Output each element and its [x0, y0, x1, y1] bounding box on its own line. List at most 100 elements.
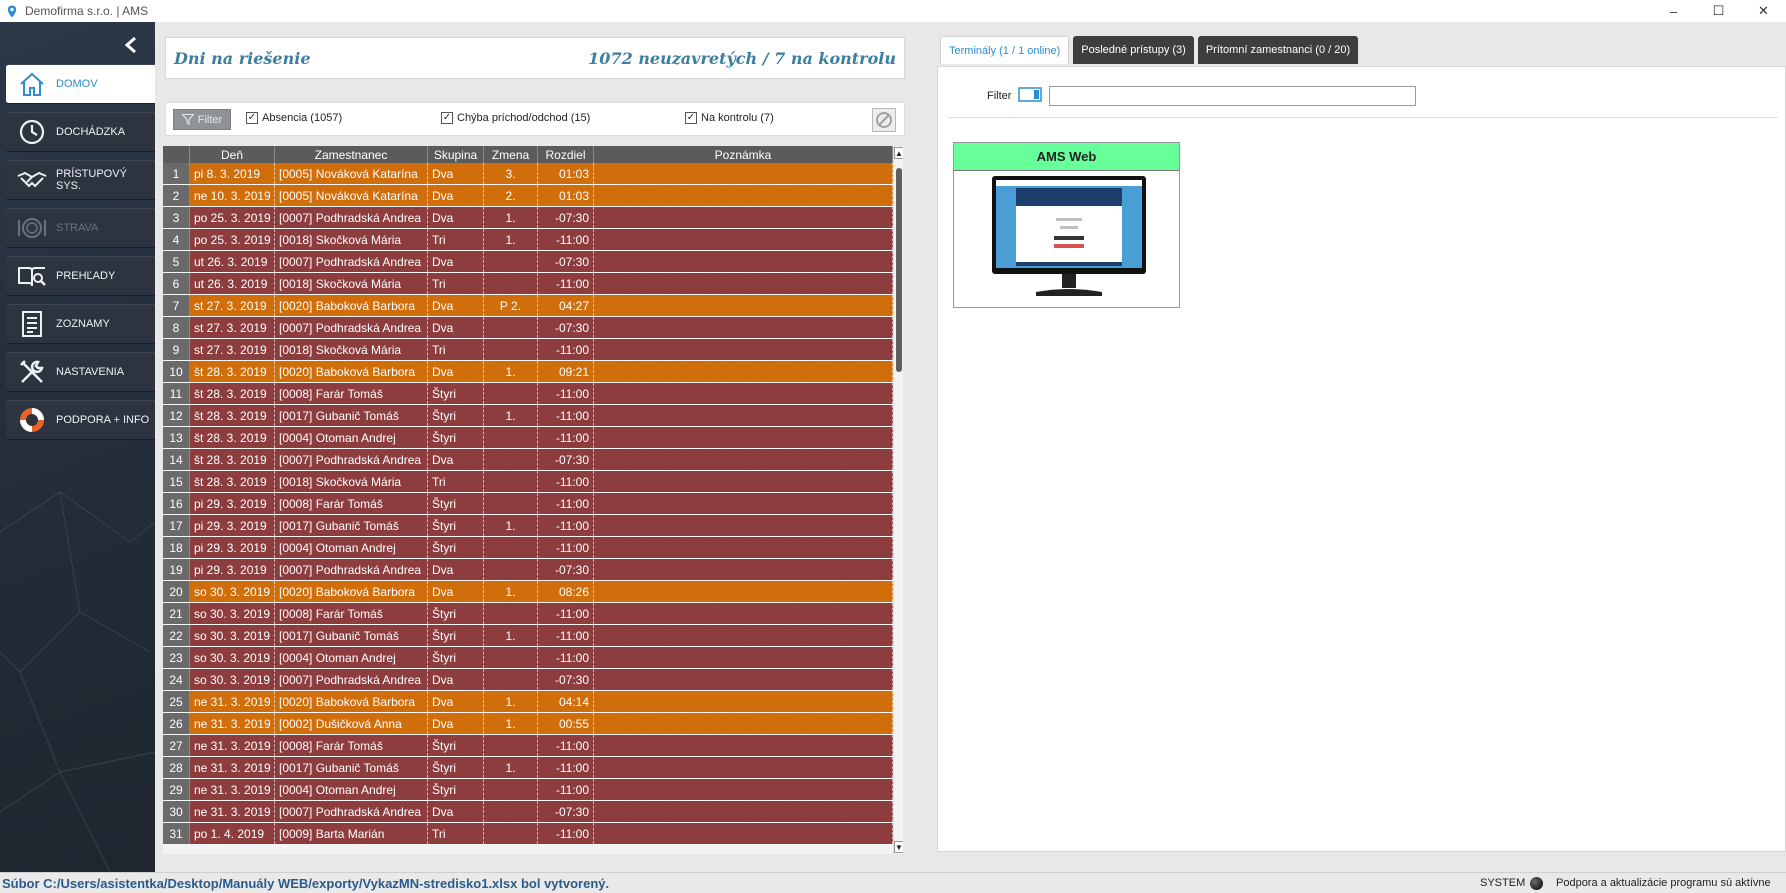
close-button[interactable]: ✕: [1741, 0, 1786, 22]
table-row[interactable]: 25 ne 31. 3. 2019 [0020] Baboková Barbora D…: [163, 691, 893, 713]
cell-den: ut 26. 3. 2019: [190, 251, 275, 272]
monitor-icon: [1018, 87, 1042, 102]
na-kontrolu-checkbox[interactable]: ✓ Na kontrolu (7): [685, 112, 774, 124]
table-header: Deň Zamestnanec Skupina Zmena Rozdiel Po…: [163, 146, 893, 163]
terminal-filter-input[interactable]: [1049, 86, 1416, 106]
nav-dochadzka[interactable]: DOCHÁDZKA: [6, 112, 155, 152]
cell-zamestnanec: [0018] Skočková Mária: [275, 273, 428, 294]
scroll-up-icon[interactable]: ▲: [894, 147, 903, 159]
table-row[interactable]: 27 ne 31. 3. 2019 [0008] Farár Tomáš Štyri -…: [163, 735, 893, 757]
table-row[interactable]: 15 št 28. 3. 2019 [0018] Skočková Mária Tri…: [163, 471, 893, 493]
cell-zmena: [484, 537, 538, 558]
nav-strava[interactable]: STRAVA: [6, 208, 155, 248]
nav-nastavenia[interactable]: NASTAVENIA: [6, 352, 155, 392]
table-row[interactable]: 12 št 28. 3. 2019 [0017] Gubanič Tomáš Štyr…: [163, 405, 893, 427]
tools-icon: [16, 356, 48, 388]
table-row[interactable]: 5 ut 26. 3. 2019 [0007] Podhradská Andrea D…: [163, 251, 893, 273]
cell-skupina: Dva: [428, 581, 484, 602]
collapse-sidebar-button[interactable]: [120, 34, 142, 56]
column-header-poznamka[interactable]: Poznámka: [594, 146, 893, 163]
row-index: 2: [163, 185, 190, 206]
cell-poznamka: [594, 603, 893, 624]
table-row[interactable]: 11 št 28. 3. 2019 [0008] Farár Tomáš Štyri -…: [163, 383, 893, 405]
table-row[interactable]: 13 št 28. 3. 2019 [0004] Otoman Andrej Štyr…: [163, 427, 893, 449]
table-row[interactable]: 9st 27. 3. 2019 [0018] Skočková Mária Tri -…: [163, 339, 893, 361]
table-row[interactable]: 1 pi 8. 3. 2019 [0005] Nováková Katarína Dv…: [163, 163, 893, 185]
cell-rozdiel: -11:00: [538, 625, 594, 646]
table-row[interactable]: 8st 27. 3. 2019 [0007] Podhradská Andrea D…: [163, 317, 893, 339]
nav-domov[interactable]: DOMOV: [6, 64, 155, 104]
cell-zmena: [484, 317, 538, 338]
column-header-zmena[interactable]: Zmena: [484, 146, 538, 163]
nav-label: PREHĽADY: [56, 270, 116, 282]
table-row[interactable]: 19 pi 29. 3. 2019 [0007] Podhradská Andrea…: [163, 559, 893, 581]
table-row[interactable]: 24 so 30. 3. 2019 [0007] Podhradská Andrea…: [163, 669, 893, 691]
cell-zamestnanec: [0005] Nováková Katarína: [275, 163, 428, 184]
row-index: 23: [163, 647, 190, 668]
cell-rozdiel: -11:00: [538, 229, 594, 250]
cell-skupina: Dva: [428, 317, 484, 338]
nav-prehlady[interactable]: PREHĽADY: [6, 256, 155, 296]
terminal-card[interactable]: AMS Web: [953, 142, 1180, 308]
column-header-den[interactable]: Deň: [190, 146, 275, 163]
absencia-checkbox[interactable]: ✓ Absencia (1057): [246, 112, 342, 124]
table-row[interactable]: 23 so 30. 3. 2019 [0004] Otoman Andrej Štyr…: [163, 647, 893, 669]
column-header-skupina[interactable]: Skupina: [428, 146, 484, 163]
nav-zoznamy[interactable]: ZOZNAMY: [6, 304, 155, 344]
tab-posledne-pristupy[interactable]: Posledné prístupy (3): [1073, 36, 1194, 64]
table-row[interactable]: 16 pi 29. 3. 2019 [0008] Farár Tomáš Štyri -…: [163, 493, 893, 515]
book-search-icon: [16, 260, 48, 292]
cell-poznamka: [594, 317, 893, 338]
cell-zmena: [484, 669, 538, 690]
filter-button[interactable]: Filter: [173, 109, 231, 130]
chyba-prichod-odchod-checkbox[interactable]: ✓ Chýba príchod/odchod (15): [441, 112, 590, 124]
cell-poznamka: [594, 801, 893, 822]
clear-filter-button[interactable]: [872, 108, 896, 132]
maximize-button[interactable]: ☐: [1696, 0, 1741, 22]
table-row[interactable]: 4 po 25. 3. 2019 [0018] Skočková Mária Tri 1…: [163, 229, 893, 251]
cell-poznamka: [594, 559, 893, 580]
tab-pritomni-zamestnanci[interactable]: Prítomní zamestnanci (0 / 20): [1197, 36, 1359, 64]
table-row[interactable]: 14 št 28. 3. 2019 [0007] Podhradská Andrea…: [163, 449, 893, 471]
cell-zamestnanec: [0004] Otoman Andrej: [275, 427, 428, 448]
table-row[interactable]: 17 pi 29. 3. 2019 [0017] Gubanič Tomáš Štyr…: [163, 515, 893, 537]
nav-label: DOCHÁDZKA: [56, 126, 126, 138]
nav-pristupovy-sys[interactable]: PRÍSTUPOVÝ SYS.: [6, 160, 155, 200]
checkbox-label: Chýba príchod/odchod (15): [457, 112, 591, 124]
table-row[interactable]: 31 po 1. 4. 2019 [0009] Barta Marián Tri -11…: [163, 823, 893, 845]
table-row[interactable]: 2 ne 10. 3. 2019 [0005] Nováková Katarína D…: [163, 185, 893, 207]
cell-zamestnanec: [0007] Podhradská Andrea: [275, 449, 428, 470]
table-row[interactable]: 20 so 30. 3. 2019 [0020] Baboková Barbora D…: [163, 581, 893, 603]
scroll-thumb[interactable]: [896, 168, 902, 372]
cell-zmena: 1.: [484, 625, 538, 646]
cell-zamestnanec: [0004] Otoman Andrej: [275, 537, 428, 558]
table-row[interactable]: 6 ut 26. 3. 2019 [0018] Skočková Mária Tri -…: [163, 273, 893, 295]
table-row[interactable]: 29 ne 31. 3. 2019 [0004] Otoman Andrej Štyr…: [163, 779, 893, 801]
title-bar: Demofirma s.r.o. | AMS – ☐ ✕: [0, 0, 1786, 22]
tab-terminaly[interactable]: Terminály (1 / 1 online): [940, 36, 1070, 64]
cell-skupina: Štyri: [428, 537, 484, 558]
scroll-down-icon[interactable]: ▼: [894, 841, 903, 853]
table-row[interactable]: 7st 27. 3. 2019 [0020] Baboková Barbora Dv…: [163, 295, 893, 317]
cell-skupina: Štyri: [428, 405, 484, 426]
table-row[interactable]: 30 ne 31. 3. 2019 [0007] Podhradská Andrea…: [163, 801, 893, 823]
cell-zmena: [484, 471, 538, 492]
column-header-rozdiel[interactable]: Rozdiel: [538, 146, 594, 163]
table-row[interactable]: 28 ne 31. 3. 2019 [0017] Gubanič Tomáš Štyr…: [163, 757, 893, 779]
cell-zmena: 3.: [484, 163, 538, 184]
table-row[interactable]: 10 št 28. 3. 2019 [0020] Baboková Barbora D…: [163, 361, 893, 383]
table-row[interactable]: 22 so 30. 3. 2019 [0017] Gubanič Tomáš Štyr…: [163, 625, 893, 647]
table-scrollbar[interactable]: ▲ ▼: [893, 146, 903, 854]
cell-poznamka: [594, 295, 893, 316]
table-row[interactable]: 26 ne 31. 3. 2019 [0002] Dušičková Anna Dva…: [163, 713, 893, 735]
table-row[interactable]: 3 po 25. 3. 2019 [0007] Podhradská Andrea D…: [163, 207, 893, 229]
nav-podpora-info[interactable]: PODPORA + INFO: [6, 400, 155, 440]
cell-rozdiel: 01:03: [538, 185, 594, 206]
table-row[interactable]: 21 so 30. 3. 2019 [0008] Farár Tomáš Štyri -…: [163, 603, 893, 625]
cell-rozdiel: 04:14: [538, 691, 594, 712]
column-header-zamestnanec[interactable]: Zamestnanec: [275, 146, 428, 163]
minimize-button[interactable]: –: [1651, 0, 1696, 22]
column-header-index[interactable]: [163, 146, 190, 163]
row-index: 28: [163, 757, 190, 778]
table-row[interactable]: 18 pi 29. 3. 2019 [0004] Otoman Andrej Štyr…: [163, 537, 893, 559]
